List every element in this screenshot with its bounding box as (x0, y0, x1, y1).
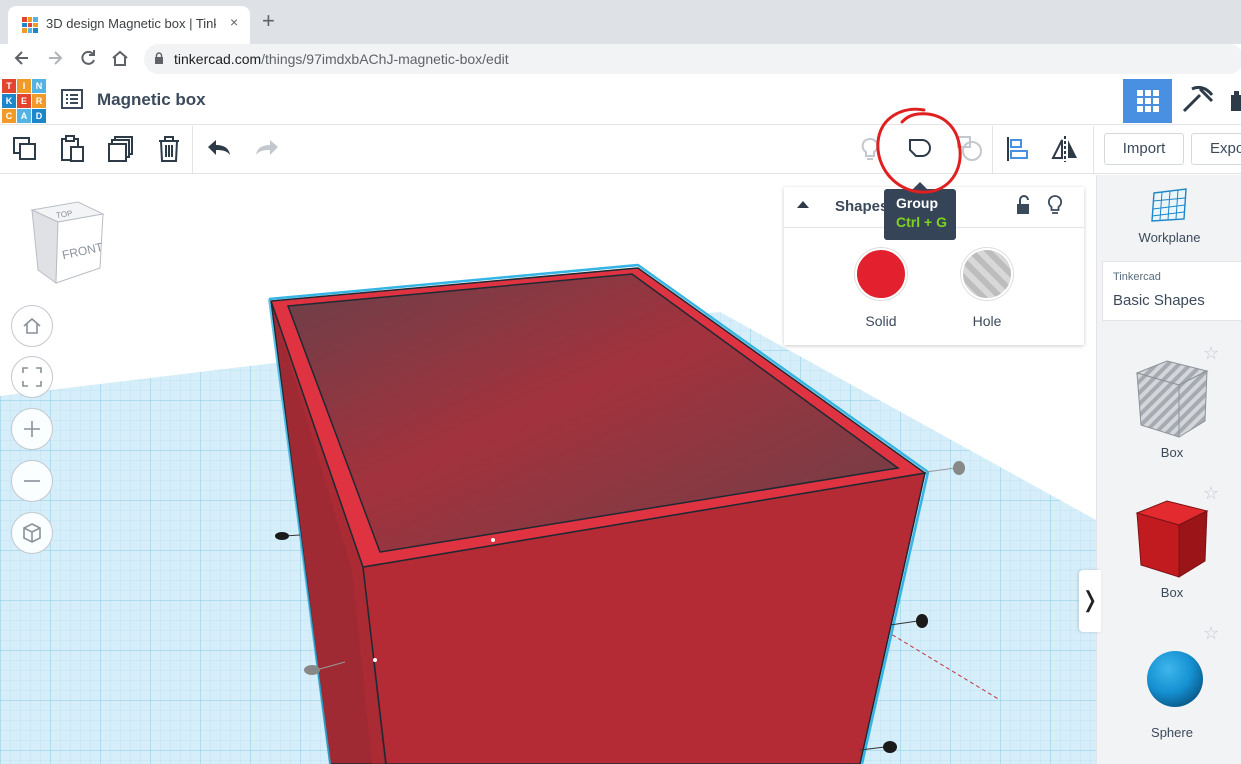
collapse-caret-icon[interactable] (796, 199, 810, 209)
hole-swatch[interactable] (961, 248, 1013, 300)
lock-icon (155, 52, 163, 64)
edit-toolbar: Import Expo (0, 126, 1241, 174)
resize-handle[interactable] (916, 614, 928, 628)
shape-label: Box (1160, 445, 1184, 460)
logo-letter: K (2, 94, 16, 108)
new-tab-button[interactable]: + (262, 10, 275, 32)
unlock-icon[interactable] (1014, 195, 1032, 215)
resize-handle[interactable] (883, 741, 897, 753)
workplane-icon (1151, 188, 1187, 222)
tab-close-icon[interactable]: × (230, 14, 238, 30)
address-bar-row: tinkercad.com/things/97imdxbAChJ-magneti… (0, 44, 1241, 74)
annotation-circle (876, 107, 962, 194)
toolbar-divider (192, 126, 193, 174)
resize-handle[interactable] (953, 461, 965, 475)
forward-arrow-icon[interactable] (45, 48, 65, 72)
sphere-icon (1147, 651, 1203, 707)
workplane-label: Workplane (1138, 230, 1201, 245)
shape-label: Sphere (1151, 725, 1193, 740)
design-list-icon[interactable] (61, 89, 83, 109)
logo-letter: E (17, 94, 31, 108)
solid-color-swatch[interactable] (855, 248, 907, 300)
view-cube[interactable]: TOP FRONT (28, 200, 108, 285)
logo-letter: C (2, 109, 16, 123)
fit-view-icon[interactable] (11, 356, 53, 398)
solid-box-icon (1135, 500, 1209, 578)
url-path: /things/97imdxbAChJ-magnetic-box/edit (261, 51, 509, 67)
library-source: Tinkercad (1113, 271, 1161, 283)
logo-letter: R (32, 94, 46, 108)
resize-handle[interactable] (275, 532, 289, 540)
import-button[interactable]: Import (1104, 133, 1184, 165)
reload-icon[interactable] (78, 48, 98, 72)
inspector-title: Shapes (835, 198, 889, 215)
tooltip-shortcut: Ctrl + G (896, 214, 947, 230)
shape-item-hole-box[interactable]: ☆ Box (1097, 343, 1241, 473)
panel-collapse-toggle[interactable]: ❭ (1079, 570, 1101, 632)
copy-icon[interactable] (10, 134, 40, 164)
align-icon[interactable] (1003, 134, 1033, 164)
logo-letter: T (2, 79, 16, 93)
url-omnibox[interactable]: tinkercad.com/things/97imdxbAChJ-magneti… (144, 44, 1241, 74)
redo-icon[interactable] (252, 134, 282, 164)
shape-library-select[interactable]: Tinkercad Basic Shapes (1102, 261, 1241, 321)
tinkercad-favicon-icon (22, 17, 38, 33)
url-text: tinkercad.com/things/97imdxbAChJ-magneti… (174, 51, 509, 67)
design-title[interactable]: Magnetic box (97, 90, 206, 110)
3d-view-grid-icon[interactable] (1123, 79, 1172, 123)
shape-item-sphere[interactable]: ☆ Sphere (1097, 623, 1241, 753)
toolbar-divider (1093, 126, 1094, 174)
duplicate-icon[interactable] (106, 134, 136, 164)
undo-icon[interactable] (204, 134, 234, 164)
shape-label: Box (1160, 585, 1184, 600)
zoom-out-icon[interactable] (11, 460, 53, 502)
browser-tab[interactable]: 3D design Magnetic box | Tinkerc × (8, 6, 250, 44)
hole-label: Hole (972, 313, 1002, 329)
perspective-cube-icon[interactable] (11, 512, 53, 554)
hole-box-icon (1135, 360, 1209, 438)
logo-letter: A (17, 109, 31, 123)
home-view-icon[interactable] (11, 305, 53, 347)
resize-handle[interactable] (304, 665, 320, 675)
trash-icon[interactable] (154, 134, 184, 164)
url-host: tinkercad.com (174, 51, 262, 67)
shapes-panel: Workplane Tinkercad Basic Shapes ☆ Box ☆… (1096, 175, 1241, 764)
logo-letter: D (32, 109, 46, 123)
logo-letter: N (32, 79, 46, 93)
zoom-in-icon[interactable] (11, 408, 53, 450)
solid-label: Solid (865, 313, 897, 329)
lightbulb-icon[interactable] (1046, 194, 1064, 216)
shape-item-solid-box[interactable]: ☆ Box (1097, 483, 1241, 613)
home-icon[interactable] (110, 48, 130, 72)
toolbar-divider (992, 126, 993, 174)
edge-handle[interactable] (373, 658, 377, 662)
pickaxe-icon[interactable] (1174, 79, 1222, 123)
brick-icon[interactable] (1226, 79, 1241, 123)
workplane-button[interactable]: Workplane (1097, 175, 1241, 255)
browser-tabstrip: 3D design Magnetic box | Tinkerc × + (0, 0, 1241, 44)
mirror-icon[interactable] (1050, 134, 1080, 164)
center-handle[interactable] (491, 538, 495, 542)
paste-icon[interactable] (58, 134, 88, 164)
library-name: Basic Shapes (1113, 292, 1205, 309)
tinkercad-logo[interactable]: T I N K E R C A D (2, 79, 46, 123)
tab-title: 3D design Magnetic box | Tinkerc (46, 16, 216, 31)
logo-letter: I (17, 79, 31, 93)
back-arrow-icon[interactable] (12, 48, 32, 72)
export-button[interactable]: Expo (1191, 133, 1241, 165)
app-header: T I N K E R C A D Magnetic box (0, 75, 1241, 125)
